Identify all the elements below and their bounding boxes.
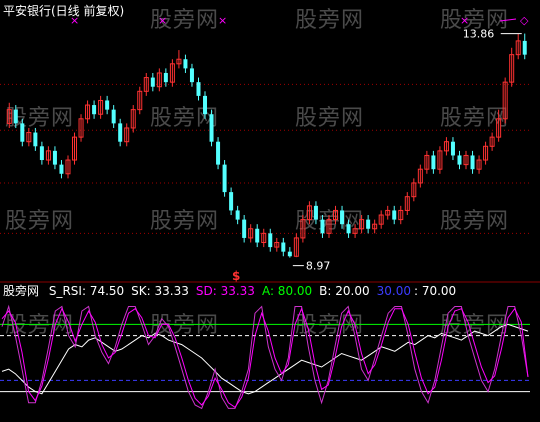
signal-marker: $ <box>232 269 240 283</box>
candle-body <box>281 242 286 252</box>
candle-body <box>92 105 97 115</box>
candle-body <box>183 59 188 69</box>
indicator-value: B: 20.00 <box>319 284 370 298</box>
candle-body <box>209 114 214 142</box>
candle-body <box>163 72 168 83</box>
candle-body <box>268 233 273 248</box>
top-marker: × <box>218 14 227 27</box>
candle-body <box>222 164 227 193</box>
candle-body <box>235 210 240 220</box>
candle-body <box>39 146 44 161</box>
candle-body <box>20 123 25 142</box>
indicator-value: A: 80.00 <box>261 284 313 298</box>
candle-body <box>189 68 194 83</box>
top-marker: ◇ <box>520 14 529 27</box>
candle-body <box>470 155 475 170</box>
candle-body <box>59 164 64 174</box>
high-price-label: 13.86 <box>463 28 495 41</box>
top-marker: × <box>70 14 79 27</box>
candle-body <box>33 132 38 147</box>
candle-body <box>118 123 123 142</box>
candle-body <box>255 228 260 243</box>
candle-body <box>457 155 462 165</box>
candle-body <box>392 210 397 220</box>
indicator-value: : 70.00 <box>413 284 457 298</box>
candle-body <box>450 141 455 156</box>
candle-body <box>522 40 527 55</box>
candle-body <box>196 82 201 96</box>
indicator-header: 股旁网 S_RSI: 74.50 SK: 33.33 SD: 33.33 A: 80.… <box>3 284 456 298</box>
marker-connector <box>499 18 517 22</box>
candle-body <box>52 150 57 165</box>
top-marker: × <box>158 14 167 27</box>
candle-body <box>340 210 345 225</box>
indicator-value: 30.00 <box>376 284 411 298</box>
candle-body <box>287 251 292 257</box>
candle-body <box>203 95 208 115</box>
stock-chart: 13.86 8.97 $ × × × × ◇ <box>0 14 540 410</box>
top-marker: × <box>460 14 469 27</box>
candle-body <box>13 109 18 124</box>
candle-body <box>431 155 436 170</box>
candle-body <box>320 219 325 234</box>
candle-body <box>105 100 110 110</box>
candle-body <box>313 205 318 220</box>
indicator-line-sd <box>1 307 529 408</box>
candle-body <box>111 109 116 124</box>
candle-body <box>346 224 351 234</box>
indicator-value: SD: 33.33 <box>195 284 255 298</box>
candle-body <box>150 77 155 87</box>
indicator-line-s-rsi <box>1 323 529 395</box>
indicator-value: SK: 33.33 <box>131 284 189 298</box>
candle-body <box>216 141 221 165</box>
candle-body <box>229 192 234 211</box>
indicator-name: 股旁网 <box>3 284 40 298</box>
candle-body <box>366 219 371 229</box>
low-price-label: 8.97 <box>306 260 331 273</box>
candle-body <box>242 219 247 238</box>
indicator-value: S_RSI: 74.50 <box>48 284 125 298</box>
